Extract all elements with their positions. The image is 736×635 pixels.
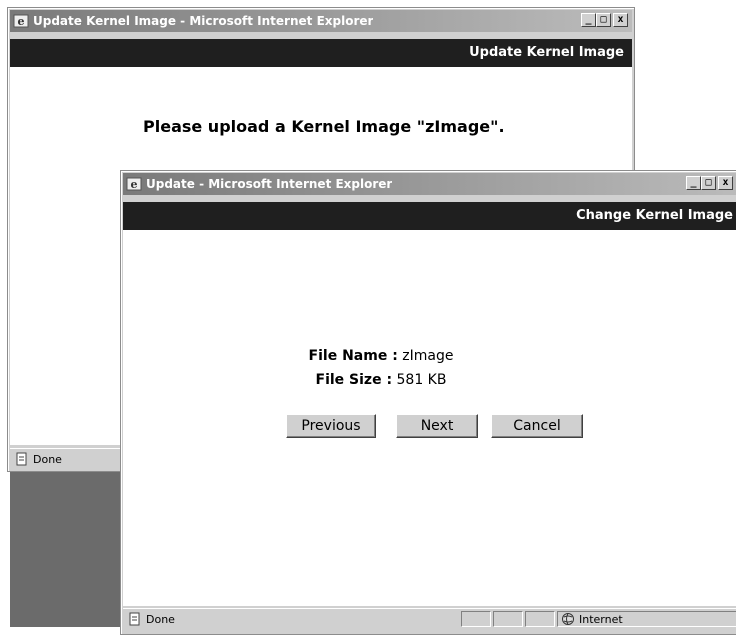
file-name-value: zImage: [402, 348, 454, 364]
minimize-button[interactable]: _: [581, 13, 596, 27]
status-panel-3: [525, 611, 555, 627]
front-window-statusbar: Done Internet: [123, 608, 736, 628]
status-panel-1: [461, 611, 491, 627]
back-status-cell: Done: [11, 451, 121, 467]
page-done-icon: [129, 612, 140, 626]
zone-panel: Internet: [557, 611, 736, 627]
front-page-banner: Change Kernel Image: [123, 202, 736, 230]
status-panel-2: [493, 611, 523, 627]
previous-button[interactable]: Previous: [286, 414, 376, 438]
front-browser-window[interactable]: e Update - Microsoft Internet Explorer _…: [120, 170, 736, 635]
file-name-line: File Name : zImage: [123, 348, 639, 364]
maximize-button[interactable]: □: [596, 13, 611, 27]
back-window-controls: _ □ x: [581, 13, 628, 27]
svg-text:e: e: [18, 15, 25, 28]
ie-logo-icon: e: [13, 13, 29, 29]
next-button[interactable]: Next: [396, 414, 478, 438]
ie-logo-icon: e: [126, 176, 142, 192]
front-status-text: Done: [146, 612, 175, 626]
close-button[interactable]: x: [613, 13, 628, 27]
front-window-content: Change Kernel Image File Name : zImage F…: [123, 202, 736, 606]
file-size-line: File Size : 581 KB: [123, 372, 639, 388]
page-done-icon: [16, 452, 27, 466]
file-size-value: 581 KB: [396, 372, 447, 388]
back-page-message: Please upload a Kernel Image "zImage".: [143, 117, 505, 136]
front-window-controls: _ □ x: [686, 176, 733, 190]
svg-text:e: e: [131, 178, 138, 191]
file-size-label: File Size :: [315, 372, 393, 388]
back-status-text: Done: [33, 452, 62, 466]
front-status-cell: Done: [124, 611, 459, 627]
front-window-titlebar[interactable]: e Update - Microsoft Internet Explorer _…: [123, 173, 736, 195]
minimize-button[interactable]: _: [686, 176, 701, 190]
close-button[interactable]: x: [718, 176, 733, 190]
front-window-title: Update - Microsoft Internet Explorer: [146, 177, 393, 191]
globe-icon: [562, 613, 574, 625]
back-page-banner: Update Kernel Image: [10, 39, 632, 67]
file-name-label: File Name :: [308, 348, 398, 364]
desktop-background: [10, 470, 125, 627]
back-window-title: Update Kernel Image - Microsoft Internet…: [33, 14, 374, 28]
back-window-titlebar[interactable]: e Update Kernel Image - Microsoft Intern…: [10, 10, 632, 32]
cancel-button[interactable]: Cancel: [491, 414, 583, 438]
maximize-button[interactable]: □: [701, 176, 716, 190]
zone-text: Internet: [579, 612, 623, 626]
